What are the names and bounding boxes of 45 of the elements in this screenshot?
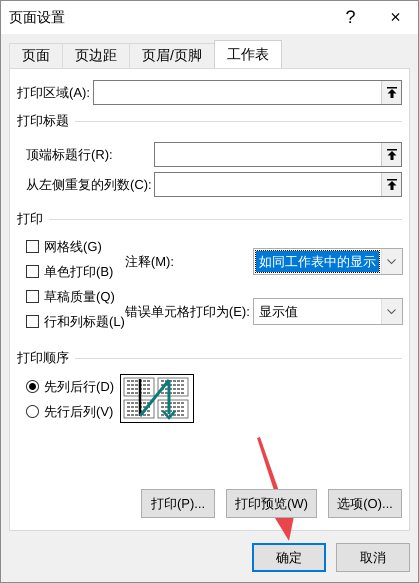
- range-field[interactable]: [154, 142, 402, 167]
- dropdown[interactable]: 显示值: [252, 298, 403, 325]
- up-arrow-icon: [386, 87, 396, 98]
- tab[interactable]: 工作表: [214, 40, 282, 68]
- up-arrow-icon: [386, 149, 396, 160]
- radio-button[interactable]: [26, 380, 39, 393]
- option-label: 行和列标题(L): [44, 312, 125, 330]
- dropdown-value: 如同工作表中的显示: [256, 251, 379, 272]
- panel-button[interactable]: 选项(O)...: [328, 489, 402, 518]
- checkbox[interactable]: [26, 265, 39, 278]
- field-label: 打印区域(A):: [17, 84, 91, 102]
- radio-button[interactable]: [26, 405, 39, 418]
- field-label: 顶端标题行(R):: [26, 146, 114, 164]
- checkbox[interactable]: [26, 290, 39, 303]
- chevron-icon: [387, 308, 396, 314]
- field-label: 从左侧重复的列数(C):: [26, 176, 153, 194]
- option-label: 草稿质量(Q): [44, 288, 115, 306]
- panel-button[interactable]: 打印预览(W): [226, 489, 317, 518]
- window-title: 页面设置: [8, 8, 66, 26]
- checkbox[interactable]: [26, 315, 39, 328]
- close-button[interactable]: ×: [373, 1, 418, 34]
- dropdown-value: 显示值: [258, 302, 299, 320]
- help-button[interactable]: ?: [328, 1, 373, 34]
- option-label: 先列后行(D): [44, 378, 114, 396]
- panel-button[interactable]: 打印(P)...: [141, 489, 216, 518]
- dropdown-label: 错误单元格打印为(E):: [124, 302, 250, 320]
- tab[interactable]: 页面: [9, 43, 63, 68]
- chevron-icon: [387, 258, 396, 264]
- dropdown[interactable]: 如同工作表中的显示: [252, 248, 403, 275]
- option-label: 先行后列(V): [44, 402, 114, 420]
- cancel-button[interactable]: 取消: [336, 543, 410, 572]
- checkbox[interactable]: [26, 240, 39, 253]
- collapse-button[interactable]: [381, 143, 401, 166]
- ok-button[interactable]: 确定: [252, 543, 326, 572]
- section-heading: 打印标题: [17, 112, 69, 130]
- dropdown-label: 注释(M):: [124, 252, 175, 270]
- up-arrow-icon: [386, 179, 396, 190]
- collapse-button[interactable]: [381, 173, 401, 196]
- collapse-button[interactable]: [381, 81, 401, 104]
- option-label: 网格线(G): [44, 238, 102, 256]
- section-heading: 打印顺序: [17, 349, 69, 367]
- section-heading: 打印: [17, 210, 43, 228]
- option-label: 单色打印(B): [44, 262, 114, 280]
- range-field[interactable]: [93, 80, 402, 105]
- range-field[interactable]: [154, 172, 402, 197]
